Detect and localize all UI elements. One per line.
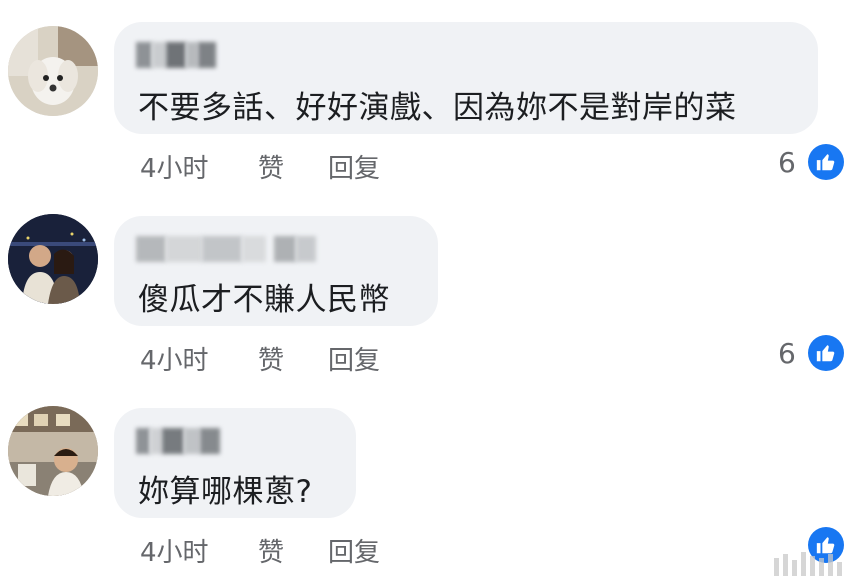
comment-bubble: 妳算哪棵蔥? bbox=[114, 408, 356, 518]
like-count: 6 bbox=[778, 337, 796, 370]
reply-button[interactable]: 回复 bbox=[328, 532, 380, 569]
dog-icon bbox=[8, 26, 98, 116]
like-button[interactable]: 赞 bbox=[258, 340, 328, 377]
couple-avatar[interactable] bbox=[8, 214, 98, 304]
watermark-bars bbox=[774, 552, 842, 576]
thumbs-up-icon[interactable] bbox=[808, 144, 844, 180]
comment-time: 4小时 bbox=[140, 346, 209, 376]
reply-button[interactable]: 回复 bbox=[328, 340, 380, 377]
like-count: 6 bbox=[778, 146, 796, 179]
like-button[interactable]: 赞 bbox=[258, 148, 328, 185]
person-photo-icon bbox=[8, 406, 98, 496]
reply-button[interactable]: 回复 bbox=[328, 148, 380, 185]
like-button[interactable]: 赞 bbox=[258, 532, 328, 569]
comment-actions: 4小时 赞 回复 bbox=[140, 340, 380, 377]
dog-avatar[interactable] bbox=[8, 26, 98, 116]
comment-text: 不要多話、好好演戲、因為妳不是對岸的菜 bbox=[138, 90, 737, 126]
person-avatar[interactable] bbox=[8, 406, 98, 496]
comment-actions: 4小时 赞 回复 bbox=[140, 532, 380, 569]
comment-text: 傻瓜才不賺人民幣 bbox=[138, 282, 390, 318]
comment-actions: 4小时 赞 回复 bbox=[140, 148, 380, 185]
author-name-blurred[interactable] bbox=[136, 236, 316, 262]
comment-text: 妳算哪棵蔥? bbox=[138, 474, 313, 510]
thumbs-up-icon[interactable] bbox=[808, 335, 844, 371]
author-name-blurred[interactable] bbox=[136, 428, 220, 454]
comment-time: 4小时 bbox=[140, 538, 209, 568]
comment-bubble: 傻瓜才不賺人民幣 bbox=[114, 216, 438, 326]
couple-photo-icon bbox=[8, 214, 98, 304]
comment-bubble: 不要多話、好好演戲、因為妳不是對岸的菜 bbox=[114, 22, 818, 134]
author-name-blurred[interactable] bbox=[136, 42, 216, 68]
comment-time: 4小时 bbox=[140, 154, 209, 184]
